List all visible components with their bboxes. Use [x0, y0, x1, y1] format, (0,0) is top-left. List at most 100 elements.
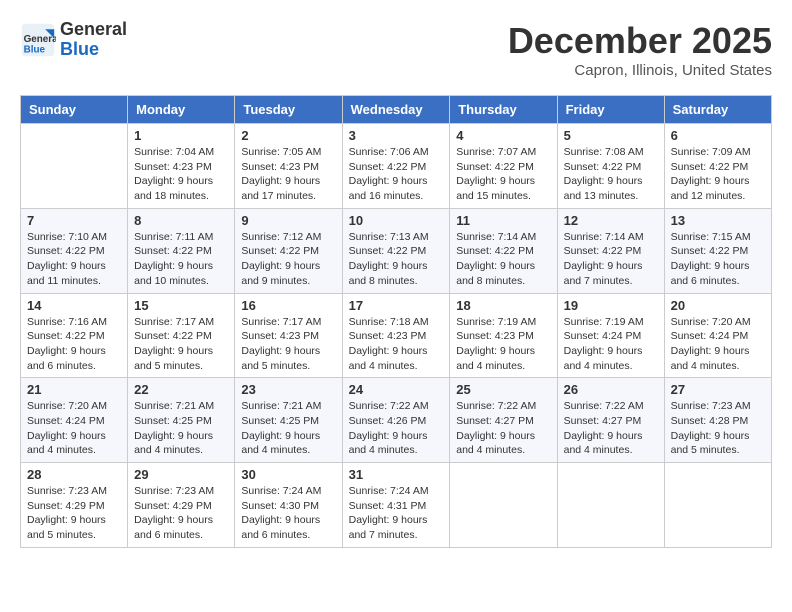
day-info: Sunrise: 7:15 AM Sunset: 4:22 PM Dayligh… — [671, 230, 765, 289]
day-number: 23 — [241, 382, 335, 397]
calendar-cell: 12 Sunrise: 7:14 AM Sunset: 4:22 PM Dayli… — [557, 208, 664, 293]
day-info: Sunrise: 7:22 AM Sunset: 4:27 PM Dayligh… — [564, 399, 658, 458]
day-header-monday: Monday — [128, 96, 235, 124]
day-info: Sunrise: 7:11 AM Sunset: 4:22 PM Dayligh… — [134, 230, 228, 289]
calendar: SundayMondayTuesdayWednesdayThursdayFrid… — [20, 95, 772, 548]
day-info: Sunrise: 7:18 AM Sunset: 4:23 PM Dayligh… — [349, 315, 444, 374]
day-header-sunday: Sunday — [21, 96, 128, 124]
day-info: Sunrise: 7:23 AM Sunset: 4:29 PM Dayligh… — [134, 484, 228, 543]
calendar-cell: 8 Sunrise: 7:11 AM Sunset: 4:22 PM Daylig… — [128, 208, 235, 293]
day-info: Sunrise: 7:24 AM Sunset: 4:31 PM Dayligh… — [349, 484, 444, 543]
day-number: 21 — [27, 382, 121, 397]
day-number: 7 — [27, 213, 121, 228]
svg-text:General: General — [24, 34, 56, 45]
calendar-cell: 7 Sunrise: 7:10 AM Sunset: 4:22 PM Daylig… — [21, 208, 128, 293]
calendar-cell: 2Sunrise: 7:05 AM Sunset: 4:23 PM Daylig… — [235, 124, 342, 209]
week-row-3: 14Sunrise: 7:16 AM Sunset: 4:22 PM Dayli… — [21, 293, 772, 378]
day-info: Sunrise: 7:23 AM Sunset: 4:28 PM Dayligh… — [671, 399, 765, 458]
calendar-cell: 25 Sunrise: 7:22 AM Sunset: 4:27 PM Dayli… — [450, 378, 557, 463]
day-number: 6 — [671, 128, 765, 143]
calendar-cell: 31 Sunrise: 7:24 AM Sunset: 4:31 PM Dayli… — [342, 463, 450, 548]
day-info: Sunrise: 7:21 AM Sunset: 4:25 PM Dayligh… — [134, 399, 228, 458]
day-info: Sunrise: 7:20 AM Sunset: 4:24 PM Dayligh… — [27, 399, 121, 458]
calendar-cell: 15 Sunrise: 7:17 AM Sunset: 4:22 PM Dayli… — [128, 293, 235, 378]
day-number: 1 — [134, 128, 228, 143]
day-header-thursday: Thursday — [450, 96, 557, 124]
day-number: 30 — [241, 467, 335, 482]
calendar-cell: 18Sunrise: 7:19 AM Sunset: 4:23 PM Dayli… — [450, 293, 557, 378]
day-info: Sunrise: 7:12 AM Sunset: 4:22 PM Dayligh… — [241, 230, 335, 289]
day-info: Sunrise: 7:19 AM Sunset: 4:24 PM Dayligh… — [564, 315, 658, 374]
calendar-cell: 9 Sunrise: 7:12 AM Sunset: 4:22 PM Daylig… — [235, 208, 342, 293]
title-area: December 2025 Capron, Illinois, United S… — [508, 20, 772, 79]
day-info: Sunrise: 7:14 AM Sunset: 4:22 PM Dayligh… — [564, 230, 658, 289]
day-number: 22 — [134, 382, 228, 397]
day-number: 14 — [27, 298, 121, 313]
day-number: 4 — [456, 128, 550, 143]
calendar-header-row: SundayMondayTuesdayWednesdayThursdayFrid… — [21, 96, 772, 124]
calendar-cell: 27 Sunrise: 7:23 AM Sunset: 4:28 PM Dayli… — [664, 378, 771, 463]
calendar-cell: 13 Sunrise: 7:15 AM Sunset: 4:22 PM Dayli… — [664, 208, 771, 293]
day-header-saturday: Saturday — [664, 96, 771, 124]
day-number: 3 — [349, 128, 444, 143]
day-number: 10 — [349, 213, 444, 228]
day-info: Sunrise: 7:09 AM Sunset: 4:22 PM Dayligh… — [671, 145, 765, 204]
day-info: Sunrise: 7:05 AM Sunset: 4:23 PM Dayligh… — [241, 145, 335, 204]
day-number: 18 — [456, 298, 550, 313]
logo-general: General — [60, 20, 127, 40]
calendar-cell: 23Sunrise: 7:21 AM Sunset: 4:25 PM Dayli… — [235, 378, 342, 463]
header: General Blue General Blue December 2025 … — [20, 20, 772, 79]
calendar-cell: 3Sunrise: 7:06 AM Sunset: 4:22 PM Daylig… — [342, 124, 450, 209]
day-number: 29 — [134, 467, 228, 482]
logo-blue: Blue — [60, 40, 127, 60]
week-row-2: 7 Sunrise: 7:10 AM Sunset: 4:22 PM Daylig… — [21, 208, 772, 293]
day-number: 5 — [564, 128, 658, 143]
calendar-cell: 6 Sunrise: 7:09 AM Sunset: 4:22 PM Daylig… — [664, 124, 771, 209]
calendar-cell: 10Sunrise: 7:13 AM Sunset: 4:22 PM Dayli… — [342, 208, 450, 293]
day-number: 16 — [241, 298, 335, 313]
day-info: Sunrise: 7:20 AM Sunset: 4:24 PM Dayligh… — [671, 315, 765, 374]
logo: General Blue General Blue — [20, 20, 127, 60]
day-number: 12 — [564, 213, 658, 228]
calendar-cell: 14Sunrise: 7:16 AM Sunset: 4:22 PM Dayli… — [21, 293, 128, 378]
calendar-cell: 11Sunrise: 7:14 AM Sunset: 4:22 PM Dayli… — [450, 208, 557, 293]
day-number: 24 — [349, 382, 444, 397]
calendar-cell: 1 Sunrise: 7:04 AM Sunset: 4:23 PM Daylig… — [128, 124, 235, 209]
day-number: 15 — [134, 298, 228, 313]
calendar-cell — [450, 463, 557, 548]
logo-icon: General Blue — [20, 22, 56, 58]
day-header-friday: Friday — [557, 96, 664, 124]
week-row-5: 28 Sunrise: 7:23 AM Sunset: 4:29 PM Dayli… — [21, 463, 772, 548]
week-row-4: 21 Sunrise: 7:20 AM Sunset: 4:24 PM Dayli… — [21, 378, 772, 463]
day-number: 31 — [349, 467, 444, 482]
day-number: 25 — [456, 382, 550, 397]
day-number: 8 — [134, 213, 228, 228]
calendar-cell — [557, 463, 664, 548]
day-info: Sunrise: 7:17 AM Sunset: 4:23 PM Dayligh… — [241, 315, 335, 374]
day-info: Sunrise: 7:17 AM Sunset: 4:22 PM Dayligh… — [134, 315, 228, 374]
calendar-cell — [21, 124, 128, 209]
calendar-cell — [664, 463, 771, 548]
calendar-cell: 21 Sunrise: 7:20 AM Sunset: 4:24 PM Dayli… — [21, 378, 128, 463]
logo-text: General Blue — [60, 20, 127, 60]
calendar-cell: 16 Sunrise: 7:17 AM Sunset: 4:23 PM Dayli… — [235, 293, 342, 378]
svg-text:Blue: Blue — [24, 44, 46, 55]
day-number: 9 — [241, 213, 335, 228]
day-number: 20 — [671, 298, 765, 313]
month-title: December 2025 — [508, 20, 772, 62]
calendar-cell: 19Sunrise: 7:19 AM Sunset: 4:24 PM Dayli… — [557, 293, 664, 378]
day-header-wednesday: Wednesday — [342, 96, 450, 124]
day-info: Sunrise: 7:22 AM Sunset: 4:27 PM Dayligh… — [456, 399, 550, 458]
day-number: 13 — [671, 213, 765, 228]
day-number: 27 — [671, 382, 765, 397]
calendar-cell: 30Sunrise: 7:24 AM Sunset: 4:30 PM Dayli… — [235, 463, 342, 548]
day-info: Sunrise: 7:04 AM Sunset: 4:23 PM Dayligh… — [134, 145, 228, 204]
calendar-cell: 4Sunrise: 7:07 AM Sunset: 4:22 PM Daylig… — [450, 124, 557, 209]
calendar-cell: 5Sunrise: 7:08 AM Sunset: 4:22 PM Daylig… — [557, 124, 664, 209]
day-info: Sunrise: 7:22 AM Sunset: 4:26 PM Dayligh… — [349, 399, 444, 458]
day-info: Sunrise: 7:23 AM Sunset: 4:29 PM Dayligh… — [27, 484, 121, 543]
day-info: Sunrise: 7:10 AM Sunset: 4:22 PM Dayligh… — [27, 230, 121, 289]
location: Capron, Illinois, United States — [508, 62, 772, 79]
calendar-cell: 28 Sunrise: 7:23 AM Sunset: 4:29 PM Dayli… — [21, 463, 128, 548]
day-number: 28 — [27, 467, 121, 482]
